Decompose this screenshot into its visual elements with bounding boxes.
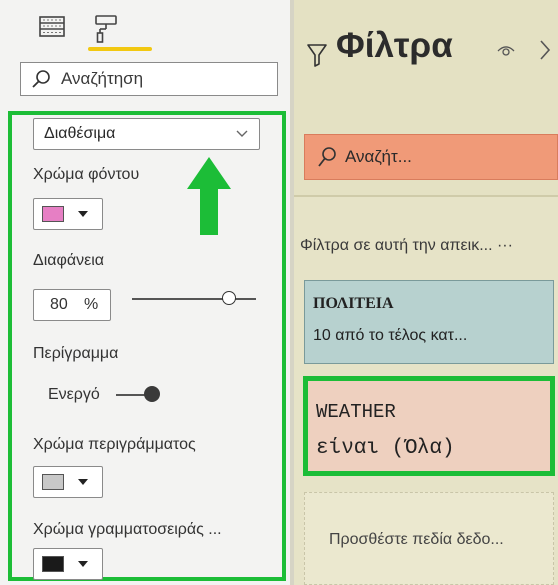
- font-color-swatch: [42, 556, 64, 572]
- format-paint-roller-icon[interactable]: [92, 14, 120, 43]
- caret-down-icon: [78, 211, 88, 217]
- search-icon: [318, 147, 336, 167]
- format-pane: Αναζήτηση Διαθέσιμα Χρώμα φόντου Διαφάνε…: [0, 0, 290, 585]
- background-color-swatch: [42, 206, 64, 222]
- caret-down-icon: [78, 479, 88, 485]
- filter-pane: Φίλτρα Αναζήτ... Φίλτρα σε αυτή την απει…: [294, 0, 558, 585]
- filter-pane-title: Φίλτρα: [336, 26, 453, 65]
- filter-card-state[interactable]: ΠΟΛΙΤΕΙΑ 10 από το τέλος κατ...: [304, 280, 554, 364]
- font-color-picker[interactable]: [33, 548, 103, 580]
- transparency-label: Διαφάνεια: [33, 252, 105, 269]
- dropzone-label: Προσθέστε πεδία δεδο...: [329, 531, 504, 548]
- filter-card-summary: 10 από το τέλος κατ...: [313, 327, 468, 344]
- filter-card-title: WEATHER: [316, 401, 396, 423]
- active-tab-indicator: [88, 47, 152, 51]
- filter-search-input[interactable]: Αναζήτ...: [304, 134, 558, 180]
- transparency-slider-thumb[interactable]: [222, 291, 236, 305]
- format-search-placeholder: Αναζήτηση: [61, 69, 144, 88]
- up-arrow-icon: [187, 157, 231, 235]
- pane-tabs: [0, 0, 290, 58]
- background-color-picker[interactable]: [33, 198, 103, 230]
- border-color-picker[interactable]: [33, 466, 103, 498]
- chevron-right-icon[interactable]: [538, 38, 552, 62]
- eye-icon[interactable]: [496, 42, 516, 58]
- border-toggle-thumb[interactable]: [144, 386, 160, 402]
- filter-card-summary: είναι (Όλα): [316, 437, 455, 460]
- dropdown-value: Διαθέσιμα: [44, 125, 116, 142]
- transparency-unit: %: [84, 296, 99, 313]
- filter-card-title: ΠΟΛΙΤΕΙΑ: [313, 295, 394, 312]
- format-search-input[interactable]: Αναζήτηση: [20, 62, 278, 96]
- border-color-swatch: [42, 474, 64, 490]
- chevron-down-icon: [236, 130, 248, 137]
- filter-search-placeholder: Αναζήτ...: [345, 147, 412, 166]
- border-toggle-label: Ενεργό: [48, 386, 100, 403]
- font-color-label: Χρώμα γραμματοσειράς ...: [33, 521, 222, 538]
- add-fields-dropzone[interactable]: Προσθέστε πεδία δεδο...: [304, 492, 554, 585]
- background-color-label: Χρώμα φόντου: [33, 166, 140, 183]
- filter-card-weather[interactable]: WEATHER είναι (Όλα): [303, 376, 555, 476]
- visual-filters-section-label[interactable]: Φίλτρα σε αυτή την απεικ... ···: [300, 237, 513, 255]
- transparency-input[interactable]: 80 %: [33, 289, 111, 321]
- transparency-slider-track[interactable]: [132, 298, 256, 300]
- transparency-value: 80: [50, 296, 68, 313]
- caret-down-icon: [78, 561, 88, 567]
- filter-header-separator: [294, 195, 558, 197]
- background-style-dropdown[interactable]: Διαθέσιμα: [33, 118, 260, 150]
- search-icon: [32, 70, 50, 88]
- fields-icon[interactable]: [38, 14, 66, 40]
- filter-funnel-icon: [307, 44, 327, 67]
- border-color-label: Χρώμα περιγράμματος: [33, 436, 196, 453]
- border-label: Περίγραμμα: [33, 345, 119, 362]
